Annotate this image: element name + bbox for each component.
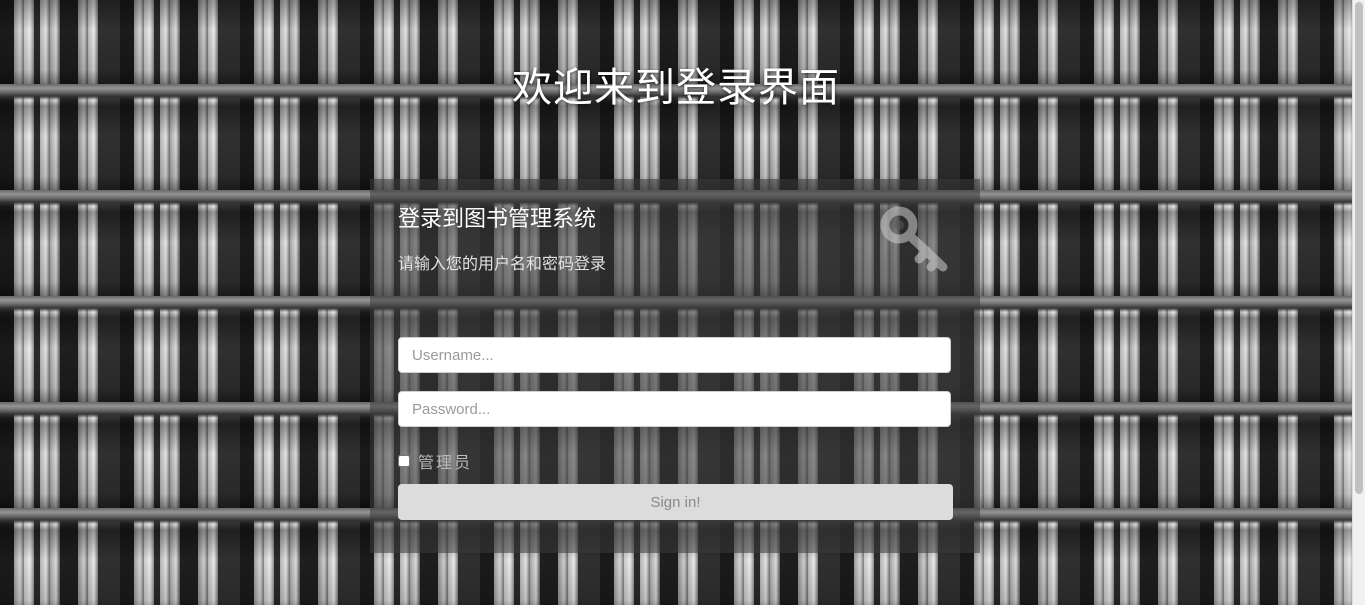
login-panel-title: 登录到图书管理系统 bbox=[398, 207, 597, 232]
login-panel: 登录到图书管理系统 请输入您的用户名和密码登录 管理员 Sign in! bbox=[370, 179, 980, 553]
admin-label[interactable]: 管理员 bbox=[418, 449, 472, 473]
signin-button[interactable]: Sign in! bbox=[398, 484, 953, 520]
vertical-scrollbar[interactable] bbox=[1352, 0, 1365, 605]
key-icon bbox=[880, 206, 948, 272]
username-input[interactable] bbox=[398, 337, 951, 373]
admin-option: 管理员 bbox=[398, 449, 472, 473]
scrollbar-thumb[interactable] bbox=[1355, 2, 1363, 494]
admin-checkbox[interactable] bbox=[398, 455, 410, 467]
password-input[interactable] bbox=[398, 391, 951, 427]
login-panel-subtitle: 请输入您的用户名和密码登录 bbox=[398, 254, 607, 273]
welcome-title: 欢迎来到登录界面 bbox=[512, 65, 840, 111]
